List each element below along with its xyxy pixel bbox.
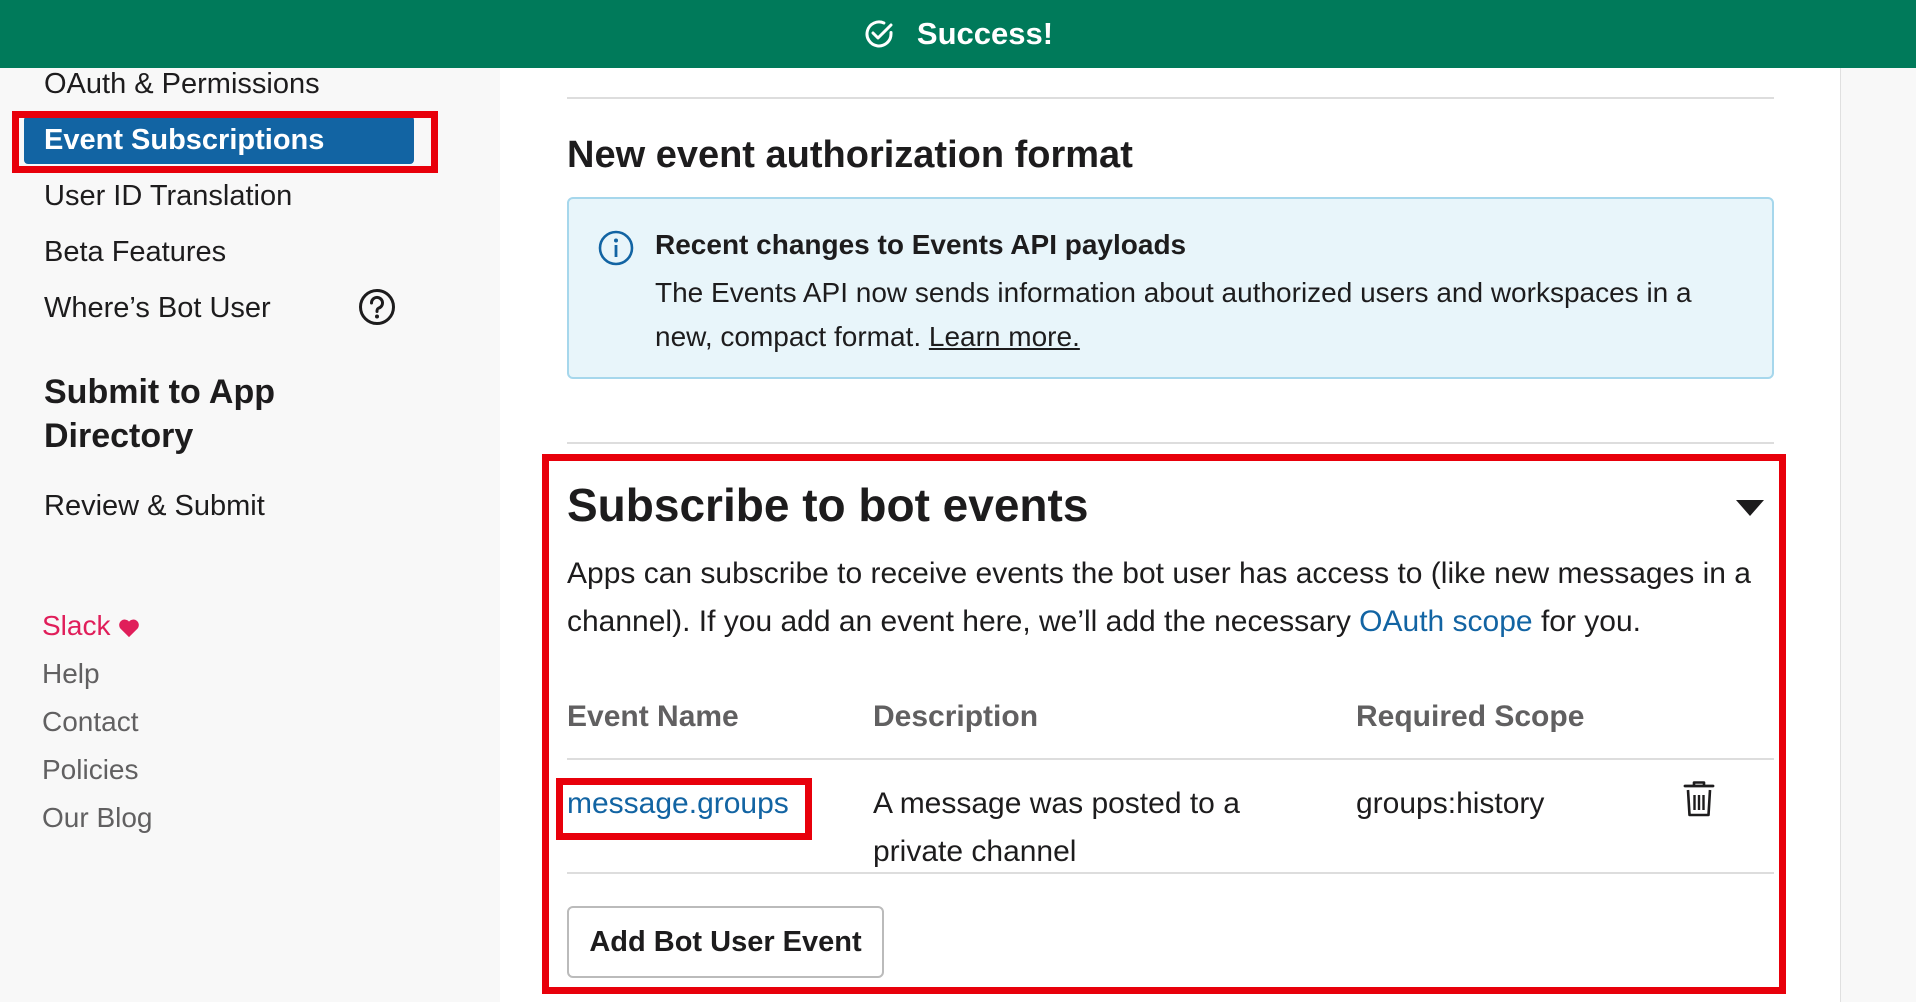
sidebar-item-review-submit[interactable]: Review & Submit bbox=[44, 490, 265, 523]
footer-slack-link[interactable]: Slack bbox=[42, 610, 140, 642]
events-api-info-box: Recent changes to Events API payloads Th… bbox=[567, 197, 1774, 379]
info-body: The Events API now sends information abo… bbox=[655, 271, 1755, 359]
footer-contact-link[interactable]: Contact bbox=[42, 706, 139, 738]
sidebar-item-user-id-translation[interactable]: User ID Translation bbox=[44, 180, 292, 213]
right-gutter bbox=[1840, 68, 1916, 1002]
section-divider-top bbox=[567, 97, 1774, 99]
question-circle-icon[interactable] bbox=[358, 288, 396, 326]
sidebar-item-wheres-bot-user[interactable]: Where’s Bot User bbox=[44, 292, 271, 325]
sidebar: OAuth & Permissions Event Subscriptions … bbox=[0, 68, 501, 1002]
highlight-event-subscriptions bbox=[12, 111, 438, 173]
success-banner: Success! bbox=[0, 0, 1916, 68]
check-circle-icon bbox=[865, 20, 893, 48]
footer-help-link[interactable]: Help bbox=[42, 658, 100, 690]
info-body-text: The Events API now sends information abo… bbox=[655, 277, 1692, 352]
footer-policies-link[interactable]: Policies bbox=[42, 754, 138, 786]
highlight-bot-events-section bbox=[542, 454, 1786, 994]
learn-more-link[interactable]: Learn more. bbox=[929, 321, 1080, 352]
sidebar-item-beta-features[interactable]: Beta Features bbox=[44, 236, 226, 269]
highlight-event-name bbox=[556, 778, 812, 840]
sidebar-item-oauth-permissions[interactable]: OAuth & Permissions bbox=[44, 68, 320, 101]
footer-slack-label: Slack bbox=[42, 610, 111, 641]
footer-blog-link[interactable]: Our Blog bbox=[42, 802, 153, 834]
info-title: Recent changes to Events API payloads bbox=[655, 229, 1187, 260]
heart-icon bbox=[119, 619, 140, 637]
success-message: Success! bbox=[916, 16, 1054, 51]
info-circle-icon bbox=[598, 230, 634, 266]
section-divider-bot-events bbox=[567, 442, 1774, 444]
auth-format-title: New event authorization format bbox=[567, 134, 1133, 176]
sidebar-heading-submit: Submit to App Directory bbox=[44, 373, 276, 455]
